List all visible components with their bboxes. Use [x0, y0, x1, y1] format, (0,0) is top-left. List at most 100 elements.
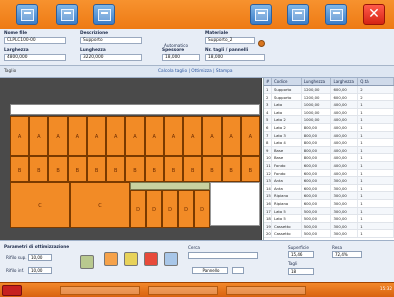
panel-tile[interactable]: D: [146, 190, 162, 228]
action-links[interactable]: Calcola taglio | Ottimizza | Stampa: [158, 69, 233, 74]
panel-tile[interactable]: B: [221, 156, 241, 182]
field-thickness[interactable]: Spessore 18,000: [162, 48, 200, 65]
panel-view-icon-1[interactable]: [250, 4, 272, 25]
panel-tile[interactable]: B: [144, 156, 164, 182]
panel-view-icon-3[interactable]: [325, 4, 347, 25]
tile-label: D: [136, 207, 140, 214]
panel-tile[interactable]: B: [202, 156, 222, 182]
print-icon[interactable]: [164, 252, 178, 266]
panel-tile[interactable]: A: [221, 116, 241, 156]
table-row[interactable]: 19 Cassetto 500,00 300,00 1: [264, 222, 394, 231]
panel-tile[interactable]: A: [144, 116, 164, 156]
column-header[interactable]: Q.tà: [358, 78, 394, 85]
table-row[interactable]: 11 Fondo 600,00 400,00 1: [264, 161, 394, 170]
panel-tile[interactable]: D: [130, 190, 146, 228]
task-button-2[interactable]: [148, 286, 218, 295]
table-row[interactable]: 4 Lato 1000,00 400,00 1: [264, 108, 394, 117]
panel-tile[interactable]: B: [125, 156, 145, 182]
panel-tile[interactable]: B: [10, 156, 30, 182]
offcut-tile[interactable]: [130, 182, 210, 190]
panel-tile[interactable]: A: [202, 116, 222, 156]
field-material[interactable]: Materiale Supporto_2: [205, 31, 255, 48]
field-cuts[interactable]: Nr. tagli / pannelli 18,000: [205, 48, 265, 65]
material-picker-icon[interactable]: [258, 40, 265, 47]
panel-tile[interactable]: A: [163, 116, 184, 156]
trim-bottom-input[interactable]: 10,00: [28, 267, 52, 274]
home-icon[interactable]: [16, 4, 38, 25]
field-value[interactable]: CLPLC100-00: [4, 37, 66, 44]
panel-tile[interactable]: B: [163, 156, 184, 182]
delete-icon[interactable]: [144, 252, 158, 266]
panel-view-icon-2[interactable]: [287, 4, 309, 25]
search-input[interactable]: [188, 252, 258, 259]
parts-table[interactable]: # Codice Lunghezza Larghezza Q.tà 1 Supporto 1…: [263, 78, 394, 240]
monitor-icon[interactable]: [93, 4, 115, 25]
panel-tile[interactable]: A: [106, 116, 126, 156]
field-file-name[interactable]: Nome file CLPLC100-00: [4, 31, 66, 48]
panel-tile[interactable]: B: [86, 156, 107, 182]
panel-tile[interactable]: B: [48, 156, 68, 182]
save-icon[interactable]: [56, 4, 78, 25]
column-header[interactable]: #: [264, 78, 272, 85]
table-row[interactable]: 15 Ripiano 600,00 300,00 1: [264, 192, 394, 200]
field-description[interactable]: Descrizione Supporto: [80, 31, 142, 48]
table-row[interactable]: 20 Cassetto 500,00 300,00 1: [264, 230, 394, 238]
panel-tile[interactable]: A: [67, 116, 87, 156]
panel-tile[interactable]: D: [178, 190, 194, 228]
panel-tile[interactable]: B: [183, 156, 203, 182]
panel-select[interactable]: Pannello: [192, 267, 228, 274]
panel-tile[interactable]: A: [86, 116, 107, 156]
trim-top-input[interactable]: 10,00: [28, 254, 52, 261]
layout-icon[interactable]: [124, 252, 138, 266]
field-value[interactable]: Supporto_2: [205, 37, 255, 44]
column-header[interactable]: Codice: [272, 78, 302, 85]
panel-tile[interactable]: B: [240, 156, 260, 182]
panel-tile[interactable]: A: [48, 116, 68, 156]
table-row[interactable]: 8 Lato 4 800,00 400,00 1: [264, 139, 394, 147]
panel-tile[interactable]: D: [162, 190, 178, 228]
field-value[interactable]: 3220,000: [80, 54, 142, 61]
field-value[interactable]: 18,000: [205, 54, 265, 61]
table-row[interactable]: 9 Base 800,00 400,00 1: [264, 146, 394, 155]
table-row[interactable]: 6 Lato 2 800,00 400,00 1: [264, 123, 394, 132]
table-row[interactable]: 3 Lato 1000,00 400,00 1: [264, 101, 394, 109]
field-length[interactable]: Lunghezza 3220,000: [80, 48, 142, 65]
table-row[interactable]: 7 Lato 3 800,00 400,00 1: [264, 131, 394, 140]
table-row[interactable]: 1 Supporto 1200,00 600,00 2: [264, 86, 394, 94]
panel-tile[interactable]: D: [194, 190, 210, 228]
cut-icon[interactable]: [104, 252, 118, 266]
panel-tile[interactable]: A: [183, 116, 203, 156]
field-value[interactable]: 18,000: [162, 54, 200, 61]
panel-tile[interactable]: C: [10, 182, 70, 228]
panel-tile[interactable]: A: [29, 116, 49, 156]
table-row[interactable]: 5 Lato 2 1000,00 400,00 1: [264, 116, 394, 124]
field-width[interactable]: Larghezza 4800,000: [4, 48, 66, 65]
cutting-layout-canvas[interactable]: A A A A A A A A A A A A A B B B B B B B B B B B B B C C D D D D D: [0, 78, 262, 240]
offcut-tile[interactable]: [210, 182, 260, 226]
optimize-icon[interactable]: [80, 255, 94, 269]
field-value[interactable]: Supporto: [80, 37, 142, 44]
table-row[interactable]: 17 Lato 5 500,00 300,00 1: [264, 207, 394, 216]
column-header[interactable]: Lunghezza: [302, 78, 332, 85]
panel-tile[interactable]: A: [240, 116, 260, 156]
column-header[interactable]: Larghezza: [331, 78, 359, 85]
task-button-3[interactable]: [226, 286, 306, 295]
panel-tile[interactable]: B: [106, 156, 126, 182]
start-button[interactable]: [2, 285, 22, 296]
panel-tile[interactable]: A: [10, 116, 30, 156]
table-row[interactable]: 14 Anta 600,00 300,00 1: [264, 184, 394, 193]
table-row[interactable]: 13 Anta 600,00 300,00 1: [264, 177, 394, 185]
panel-tile[interactable]: A: [125, 116, 145, 156]
table-row[interactable]: 10 Base 800,00 400,00 1: [264, 154, 394, 162]
panel-tile[interactable]: B: [67, 156, 87, 182]
panel-tile[interactable]: C: [70, 182, 130, 228]
close-button[interactable]: ✕: [363, 4, 385, 25]
table-row[interactable]: 12 Fondo 600,00 400,00 1: [264, 169, 394, 178]
task-button-1[interactable]: [60, 286, 140, 295]
table-row[interactable]: 18 Lato 5 500,00 300,00 1: [264, 215, 394, 223]
field-value[interactable]: 4800,000: [4, 54, 66, 61]
table-row[interactable]: 16 Ripiano 600,00 300,00 1: [264, 199, 394, 208]
panel-tile[interactable]: B: [29, 156, 49, 182]
table-row[interactable]: 2 Supporto 1200,00 600,00 2: [264, 93, 394, 102]
panel-select-chevron-icon[interactable]: [232, 267, 244, 274]
